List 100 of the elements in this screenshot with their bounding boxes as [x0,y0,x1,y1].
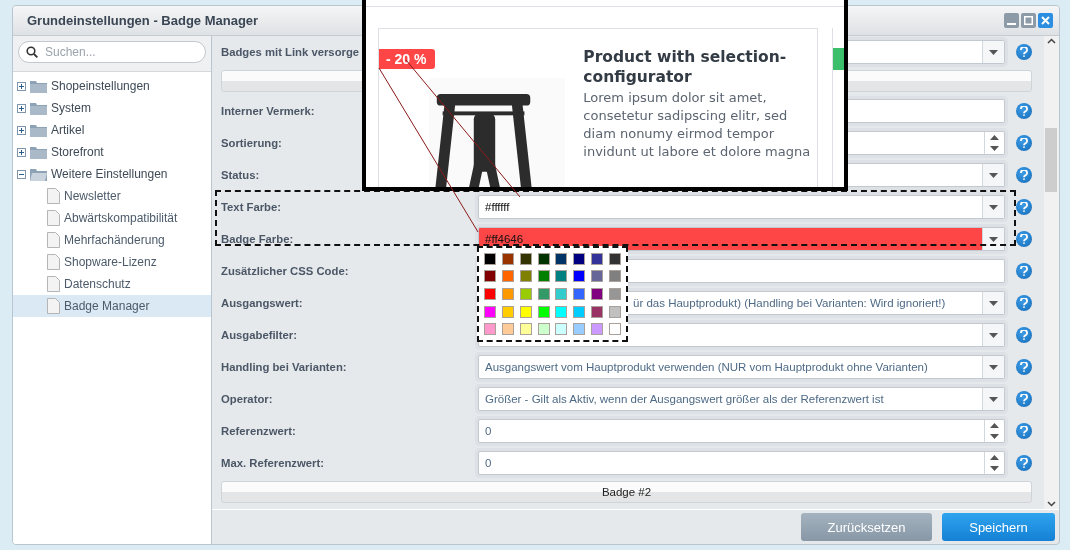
color-swatch[interactable] [537,305,550,318]
scrollbar-thumb[interactable] [1045,128,1057,192]
tree-item[interactable]: Shopeinstellungen [13,75,211,97]
tree-item[interactable]: Weitere Einstellungen [13,163,211,185]
color-swatch[interactable] [555,288,568,300]
help-icon[interactable] [1016,103,1032,119]
expand-icon[interactable] [17,103,26,113]
tree-item[interactable]: Newsletter [13,185,211,207]
color-swatch[interactable] [483,252,496,265]
tree-item[interactable]: Storefront [13,141,211,163]
help-icon[interactable] [1016,455,1032,471]
help-icon[interactable] [1016,199,1032,215]
dropdown-trigger[interactable] [982,324,1004,346]
dropdown-trigger[interactable] [982,292,1004,314]
folder-icon [30,145,47,159]
dropdown-trigger[interactable] [982,196,1004,218]
expand-icon[interactable] [17,147,26,157]
color-swatch[interactable] [537,288,550,300]
search-field[interactable]: Suchen... [18,41,206,63]
color-swatch[interactable] [609,305,622,318]
color-swatch[interactable] [609,288,622,300]
color-field[interactable]: #ff4646 [478,227,1005,251]
color-swatch[interactable] [555,270,568,283]
color-swatch[interactable] [483,270,496,283]
down-arrow-icon[interactable] [990,146,999,151]
color-swatch[interactable] [609,323,622,336]
dropdown-field[interactable]: Ausgangswert vom Hauptprodukt verwenden (NUR vom Hauptprodukt ohne Varianten) [478,355,1005,379]
tree-item[interactable]: System [13,97,211,119]
color-swatch[interactable] [573,305,586,318]
input-field[interactable]: 0 [478,419,1005,443]
color-swatch[interactable] [519,305,532,318]
tree-item[interactable]: Abwärtskompatibilität [13,207,211,229]
color-swatch[interactable] [573,288,586,300]
color-swatch[interactable] [501,288,514,300]
tree-item[interactable]: Mehrfachänderung [13,229,211,251]
help-icon[interactable] [1016,167,1032,183]
tree-item[interactable]: Datenschutz [13,273,211,295]
color-swatch[interactable] [537,323,550,336]
up-arrow-icon[interactable] [990,423,999,428]
dropdown-trigger[interactable] [982,356,1004,378]
color-swatch[interactable] [519,252,532,265]
help-icon[interactable] [1016,135,1032,151]
color-swatch[interactable] [573,270,586,283]
color-swatch[interactable] [483,305,496,318]
color-swatch[interactable] [573,323,586,336]
dropdown-trigger[interactable] [982,41,1004,63]
input-field[interactable]: 0 [478,451,1005,475]
color-swatch[interactable] [519,323,532,336]
scroll-up-icon[interactable] [1047,38,1056,44]
color-swatch[interactable] [501,252,514,265]
color-swatch[interactable] [483,323,496,336]
help-icon[interactable] [1016,327,1032,343]
tree-item[interactable]: Artikel [13,119,211,141]
minimize-button[interactable] [1004,13,1019,28]
help-icon[interactable] [1016,231,1032,247]
help-icon[interactable] [1016,391,1032,407]
color-swatch[interactable] [591,270,604,283]
scrollbar[interactable] [1044,36,1059,509]
color-swatch[interactable] [591,323,604,336]
collapse-icon[interactable] [17,169,26,179]
maximize-icon [1024,16,1033,25]
close-button[interactable] [1038,13,1053,28]
color-swatch[interactable] [501,305,514,318]
down-arrow-icon[interactable] [990,466,999,471]
color-swatch[interactable] [609,270,622,283]
color-swatch[interactable] [483,288,496,300]
dropdown-trigger[interactable] [982,164,1004,186]
up-arrow-icon[interactable] [990,455,999,460]
expand-icon[interactable] [17,81,26,91]
color-swatch[interactable] [555,252,568,265]
color-swatch[interactable] [609,252,622,265]
section-header[interactable]: Badge #2 [221,481,1032,503]
color-swatch[interactable] [591,252,604,265]
color-swatch[interactable] [501,323,514,336]
color-swatch[interactable] [537,270,550,283]
down-arrow-icon[interactable] [990,434,999,439]
color-swatch[interactable] [537,252,550,265]
expand-icon[interactable] [17,125,26,135]
help-icon[interactable] [1016,263,1032,279]
color-swatch[interactable] [501,270,514,283]
tree-item[interactable]: Badge Manager [13,295,211,317]
help-icon[interactable] [1016,295,1032,311]
color-field[interactable]: #ffffff [478,195,1005,219]
dropdown-trigger[interactable] [982,228,1004,250]
color-swatch[interactable] [519,270,532,283]
tree-item[interactable]: Shopware-Lizenz [13,251,211,273]
color-swatch[interactable] [591,288,604,300]
color-swatch[interactable] [519,288,532,300]
dropdown-trigger[interactable] [982,388,1004,410]
help-icon[interactable] [1016,44,1032,60]
help-icon[interactable] [1016,423,1032,439]
maximize-button[interactable] [1021,13,1036,28]
color-swatch[interactable] [555,323,568,336]
scroll-down-icon[interactable] [1047,501,1056,507]
color-swatch[interactable] [573,252,586,265]
dropdown-field[interactable]: Größer - Gilt als Aktiv, wenn der Ausgangswert größer als der Referenzwert ist [478,387,1005,411]
color-swatch[interactable] [555,305,568,318]
color-swatch[interactable] [591,305,604,318]
up-arrow-icon[interactable] [990,135,999,140]
help-icon[interactable] [1016,359,1032,375]
